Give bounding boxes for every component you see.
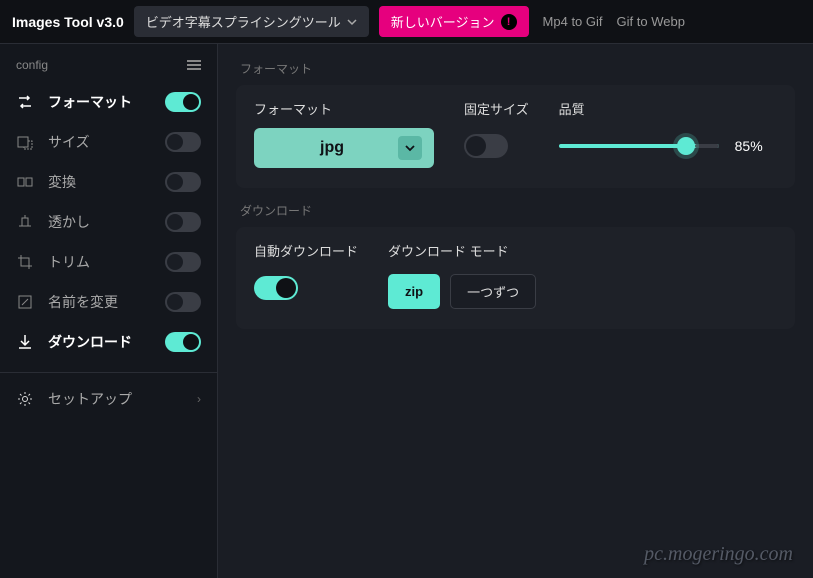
sidebar-item-label: セットアップ	[48, 389, 183, 409]
rename-toggle[interactable]	[165, 292, 201, 312]
chevron-right-icon: ›	[197, 392, 201, 406]
gif-to-webp-link[interactable]: Gif to Webp	[617, 14, 685, 29]
sidebar: config フォーマット サイズ 変換	[0, 44, 218, 578]
quality-slider[interactable]	[559, 144, 719, 148]
sidebar-item-format[interactable]: フォーマット	[0, 82, 217, 122]
sidebar-item-watermark[interactable]: 透かし	[0, 202, 217, 242]
sidebar-item-label: 変換	[48, 172, 151, 192]
header: Images Tool v3.0 ビデオ字幕スプライシングツール 新しいバージョ…	[0, 0, 813, 44]
format-section-label: フォーマット	[240, 60, 795, 77]
tool-selector-dropdown[interactable]: ビデオ字幕スプライシングツール	[134, 6, 369, 37]
sidebar-item-trim[interactable]: トリム	[0, 242, 217, 282]
fixed-size-label: 固定サイズ	[464, 99, 529, 118]
auto-download-label: 自動ダウンロード	[254, 241, 358, 260]
sidebar-item-convert[interactable]: 変換	[0, 162, 217, 202]
sidebar-item-label: 名前を変更	[48, 292, 151, 312]
quality-value: 85%	[735, 138, 763, 154]
download-mode-one-by-one[interactable]: 一つずつ	[450, 274, 536, 309]
trim-toggle[interactable]	[165, 252, 201, 272]
download-mode-zip[interactable]: zip	[388, 274, 440, 309]
format-select-value: jpg	[266, 139, 398, 157]
config-header: config	[0, 52, 217, 82]
chevron-down-icon	[347, 17, 357, 27]
sidebar-item-download[interactable]: ダウンロード	[0, 322, 217, 362]
sidebar-item-label: 透かし	[48, 212, 151, 232]
sidebar-item-label: トリム	[48, 252, 151, 272]
format-panel: フォーマット jpg 固定サイズ 品質 85	[236, 85, 795, 188]
sidebar-item-label: ダウンロード	[48, 332, 151, 352]
sidebar-item-rename[interactable]: 名前を変更	[0, 282, 217, 322]
tool-selector-label: ビデオ字幕スプライシングツール	[146, 12, 341, 31]
convert-icon	[16, 173, 34, 191]
sidebar-item-label: フォーマット	[48, 92, 151, 112]
crop-icon	[16, 253, 34, 271]
quality-label: 品質	[559, 99, 777, 118]
format-select[interactable]: jpg	[254, 128, 434, 168]
format-field-label: フォーマット	[254, 99, 434, 118]
size-toggle[interactable]	[165, 132, 201, 152]
convert-toggle[interactable]	[165, 172, 201, 192]
new-version-label: 新しいバージョン	[391, 12, 495, 31]
fixed-size-toggle[interactable]	[464, 134, 508, 158]
rename-icon	[16, 293, 34, 311]
hamburger-icon[interactable]	[187, 60, 201, 70]
chevron-down-icon	[398, 136, 422, 160]
sidebar-item-label: サイズ	[48, 132, 151, 152]
download-panel: 自動ダウンロード ダウンロード モード zip 一つずつ	[236, 227, 795, 329]
watermark-toggle[interactable]	[165, 212, 201, 232]
gear-icon	[16, 390, 34, 408]
download-icon	[16, 333, 34, 351]
watermark-text: pc.mogeringo.com	[644, 543, 793, 566]
auto-download-toggle[interactable]	[254, 276, 298, 300]
main-content: フォーマット フォーマット jpg 固定サイズ 品質	[218, 44, 813, 578]
app-title: Images Tool v3.0	[12, 14, 124, 30]
sidebar-item-setup[interactable]: セットアップ ›	[0, 372, 217, 419]
download-section-label: ダウンロード	[240, 202, 795, 219]
download-toggle[interactable]	[165, 332, 201, 352]
download-mode-label: ダウンロード モード	[388, 241, 536, 260]
sidebar-item-size[interactable]: サイズ	[0, 122, 217, 162]
watermark-icon	[16, 213, 34, 231]
format-toggle[interactable]	[165, 92, 201, 112]
alert-badge-icon: !	[501, 14, 517, 30]
mp4-to-gif-link[interactable]: Mp4 to Gif	[543, 14, 603, 29]
new-version-button[interactable]: 新しいバージョン !	[379, 6, 529, 37]
size-icon	[16, 133, 34, 151]
format-icon	[16, 93, 34, 111]
config-label: config	[16, 58, 48, 72]
